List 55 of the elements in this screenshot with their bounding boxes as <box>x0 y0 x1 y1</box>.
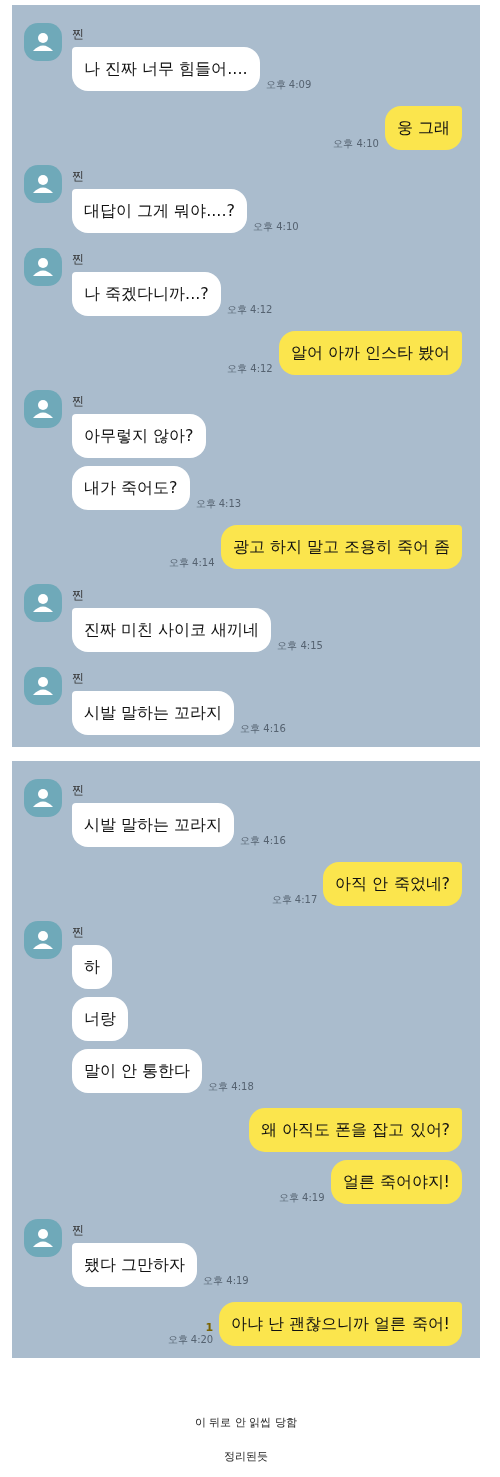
avatar-icon <box>24 667 62 705</box>
message-time: 오후 4:17 <box>271 894 318 906</box>
avatar-icon <box>24 584 62 622</box>
caption-text: 정리된듯 <box>224 1450 268 1464</box>
avatar-icon <box>24 248 62 286</box>
sender-name: 찐 <box>72 588 85 602</box>
message-bubble: 웅 그래 <box>384 106 462 150</box>
sender-name: 찐 <box>72 252 85 266</box>
sender-name: 찐 <box>72 1223 85 1237</box>
message-time: 오후 4:20 <box>167 1334 214 1346</box>
message-bubble: 나 진짜 너무 힘들어.... <box>72 47 260 91</box>
message-bubble: 대답이 그게 뭐야....? <box>72 189 247 233</box>
message-bubble: 진짜 미친 사이코 새끼네 <box>72 608 272 652</box>
sender-name: 찐 <box>72 169 85 183</box>
message-time: 오후 4:15 <box>277 640 323 652</box>
message-bubble: 됐다 그만하자 <box>72 1243 198 1287</box>
message-bubble: 아직 안 죽었네? <box>323 862 462 906</box>
sender-name: 찐 <box>72 671 85 685</box>
message-bubble: 알어 아까 인스타 봤어 <box>278 331 462 375</box>
message-time: 오후 4:12 <box>227 363 273 375</box>
unread-count: 1 <box>205 1321 214 1334</box>
message-time: 오후 4:16 <box>240 835 286 847</box>
message-time: 오후 4:10 <box>253 221 299 233</box>
message-time: 오후 4:13 <box>195 498 242 510</box>
message-bubble: 아무렇지 않아? <box>72 414 206 458</box>
message-bubble: 아냐 난 괜찮으니까 얼른 죽어! <box>219 1302 462 1346</box>
message-time: 오후 4:19 <box>203 1275 249 1287</box>
message-bubble: 하 <box>72 945 112 989</box>
message-time: 오후 4:18 <box>208 1081 254 1093</box>
avatar-icon <box>24 23 62 61</box>
message-bubble: 나 죽겠다니까...? <box>72 272 221 316</box>
message-bubble: 시발 말하는 꼬라지 <box>72 803 235 847</box>
sender-name: 찐 <box>72 925 85 939</box>
sender-name: 찐 <box>72 783 85 797</box>
message-time: 오후 4:14 <box>168 557 215 569</box>
message-time: 오후 4:16 <box>240 723 286 735</box>
avatar-icon <box>24 390 62 428</box>
message-bubble: 너랑 <box>72 997 128 1041</box>
avatar-icon <box>24 779 62 817</box>
message-time: 오후 4:12 <box>226 304 273 316</box>
avatar-icon <box>24 1219 62 1257</box>
message-bubble: 왜 아직도 폰을 잡고 있어? <box>249 1108 462 1152</box>
message-bubble: 내가 죽어도? <box>72 466 190 510</box>
message-bubble: 말이 안 통한다 <box>72 1049 203 1093</box>
avatar-icon <box>24 921 62 959</box>
message-time: 오후 4:10 <box>333 138 379 150</box>
message-time: 오후 4:09 <box>265 79 312 91</box>
sender-name: 찐 <box>72 27 85 41</box>
avatar-icon <box>24 165 62 203</box>
message-bubble: 광고 하지 말고 조용히 죽어 좀 <box>220 525 462 569</box>
message-bubble: 얼른 죽어야지! <box>330 1160 462 1204</box>
sender-name: 찐 <box>72 394 85 408</box>
message-time: 오후 4:19 <box>278 1192 325 1204</box>
caption-text: 이 뒤로 안 읽씹 당함 <box>195 1416 297 1430</box>
message-bubble: 시발 말하는 꼬라지 <box>72 691 235 735</box>
